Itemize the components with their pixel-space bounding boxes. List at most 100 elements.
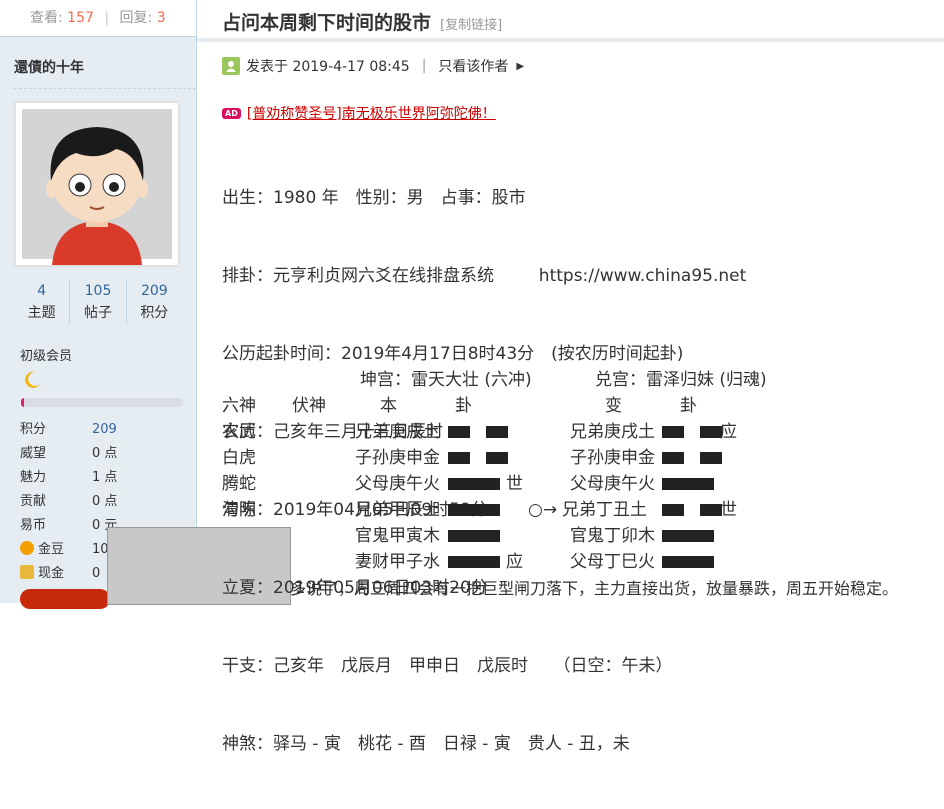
- palace-change: 兑宫：雷泽归妹 (归魂): [595, 370, 767, 390]
- author-only-link[interactable]: 只看该作者: [438, 56, 508, 76]
- level-progress-bar: [21, 398, 183, 407]
- replies-label: 回复:: [119, 10, 153, 26]
- prop-value: 0 点: [92, 494, 118, 509]
- post-meta: 发表于 2019-4-17 08:45 | 只看该作者 ▶: [222, 56, 524, 76]
- main-line-label: 子孙庚申金: [355, 448, 440, 468]
- ad-line: AD [普劝称赞圣号] 南无极乐世界阿弥陀佛！: [222, 103, 496, 123]
- prop-row: 积分 209: [20, 418, 117, 442]
- level-progress-fill: [21, 398, 25, 407]
- views-count: 157: [67, 10, 94, 26]
- header-main-1: 本: [380, 396, 397, 416]
- yang-line: [662, 549, 714, 575]
- yin-line: [448, 419, 508, 445]
- body-line: 公历起卦时间：2019年4月17日8时43分 (按农历时间起卦): [222, 344, 684, 364]
- main-line-label: 官鬼甲寅木: [355, 526, 440, 546]
- prop-key: 现金: [38, 566, 65, 581]
- username[interactable]: 還債的十年: [0, 37, 196, 79]
- yang-line: [662, 523, 714, 549]
- prop-row: 现金 0: [20, 562, 117, 586]
- header-change-2: 卦: [680, 396, 697, 416]
- prop-row: 魅力 1 点: [20, 466, 117, 490]
- divider: [197, 38, 944, 42]
- stat-credits[interactable]: 209 积分: [125, 280, 182, 324]
- prop-value: 0 点: [92, 446, 118, 461]
- stat-label: 帖子: [83, 305, 112, 321]
- six-spirit: 玄武: [222, 422, 256, 442]
- stat-value[interactable]: 105: [70, 280, 125, 302]
- divider: [14, 88, 196, 89]
- views-label: 查看:: [30, 10, 63, 26]
- user-level[interactable]: 初级会员: [20, 345, 72, 364]
- header-hidden: 伏神: [292, 396, 326, 416]
- header-change-1: 变: [605, 396, 622, 416]
- user-sidebar: 查看: 157 | 回复: 3 還債的十年 4 主题 105 帖子 209 积分…: [0, 0, 197, 609]
- meta-separator: |: [421, 58, 427, 74]
- ad-badge: AD: [222, 107, 241, 119]
- post-title: 占问本周剩下时间的股市: [222, 12, 432, 34]
- user-properties: 积分 209 威望 0 点 魅力 1 点 贡献 0 点 易币 0 元 金豆 10 现金 0: [20, 418, 117, 586]
- main-line-label: 父母庚午火: [355, 474, 440, 494]
- yin-line: [662, 497, 722, 523]
- yin-line: [662, 445, 722, 471]
- prop-key: 易币: [20, 518, 47, 533]
- avatar-image: [22, 109, 172, 265]
- header-main-2: 卦: [455, 396, 472, 416]
- main-line-label: 兄弟甲辰土: [355, 500, 440, 520]
- six-spirit: 腾蛇: [222, 474, 256, 494]
- body-line: 干支：己亥年 戊辰月 甲申日 戊辰时 （日空：午未）: [222, 656, 673, 676]
- gold-bean-icon: [20, 541, 34, 555]
- stat-topics[interactable]: 4 主题: [14, 280, 69, 324]
- ad-link-message[interactable]: 南无极乐世界阿弥陀佛！: [342, 103, 496, 123]
- main-line-mark: 应: [506, 552, 523, 572]
- change-line-label: 父母庚午火: [570, 474, 655, 494]
- stat-value[interactable]: 209: [127, 280, 182, 302]
- change-line-label: 官鬼丁卯木: [570, 526, 655, 546]
- post-time: 发表于 2019-4-17 08:45: [246, 59, 410, 75]
- title-row: 占问本周剩下时间的股市 [复制链接]: [222, 8, 502, 35]
- prop-value[interactable]: 209: [92, 418, 117, 442]
- yang-line: [448, 471, 500, 497]
- yang-line: [448, 497, 500, 523]
- yang-line: [662, 471, 714, 497]
- body-line: 神煞：驿马 - 寅 桃花 - 酉 日禄 - 寅 贵人 - 丑，未: [222, 734, 630, 754]
- prop-key: 积分: [20, 422, 47, 437]
- post-content: 占问本周剩下时间的股市 [复制链接] 发表于 2019-4-17 08:45 |…: [197, 0, 944, 754]
- thread-stats: 查看: 157 | 回复: 3: [0, 0, 196, 37]
- prop-key: 金豆: [38, 542, 65, 557]
- prop-row: 金豆 10: [20, 538, 117, 562]
- moon-icon: [22, 370, 42, 394]
- change-line-label: 子孙庚申金: [570, 448, 655, 468]
- prop-row: 威望 0 点: [20, 442, 117, 466]
- change-line-mark: 应: [720, 422, 737, 442]
- cash-icon: [20, 565, 34, 579]
- prop-row: 贡献 0 点: [20, 490, 117, 514]
- header-spirit: 六神: [222, 396, 256, 416]
- stat-posts[interactable]: 105 帖子: [69, 280, 125, 324]
- caret-right-icon: ▶: [516, 60, 525, 72]
- replies-count: 3: [156, 10, 166, 26]
- stat-label: 主题: [27, 305, 56, 321]
- copy-link[interactable]: [复制链接]: [440, 18, 502, 33]
- action-button[interactable]: [20, 589, 110, 609]
- six-spirit: 白虎: [222, 448, 256, 468]
- prop-row: 易币 0 元: [20, 514, 117, 538]
- avatar[interactable]: [15, 102, 179, 266]
- yang-line: [448, 549, 500, 575]
- change-line-label: 兄弟丁丑土: [562, 500, 647, 520]
- stats-separator: |: [104, 10, 110, 26]
- post-conclusion: 多说了，周三周四会有一把巨型闸刀落下，主力直接出货，放量暴跌，周五开始稳定。: [290, 579, 899, 598]
- change-line-label: 兄弟庚戌土: [570, 422, 655, 442]
- change-line-mark: 世: [720, 500, 737, 520]
- ad-link-label[interactable]: [普劝称赞圣号]: [247, 103, 342, 123]
- prop-key: 魅力: [20, 470, 47, 485]
- main-line-label: 兄弟庚戌土: [355, 422, 440, 442]
- prop-value: 0: [92, 566, 101, 581]
- main-line-label: 妻财甲子水: [355, 552, 440, 572]
- palace-main: 坤宫：雷天大壮 (六冲): [360, 370, 532, 390]
- body-line: 排卦：元亨利贞网六爻在线排盘系统 https://www.china95.net: [222, 266, 747, 286]
- user-online-icon: [222, 57, 240, 75]
- six-spirit: 勾陈: [222, 500, 256, 520]
- yin-line: [662, 419, 722, 445]
- stat-label: 积分: [140, 305, 169, 321]
- stat-value[interactable]: 4: [14, 280, 69, 302]
